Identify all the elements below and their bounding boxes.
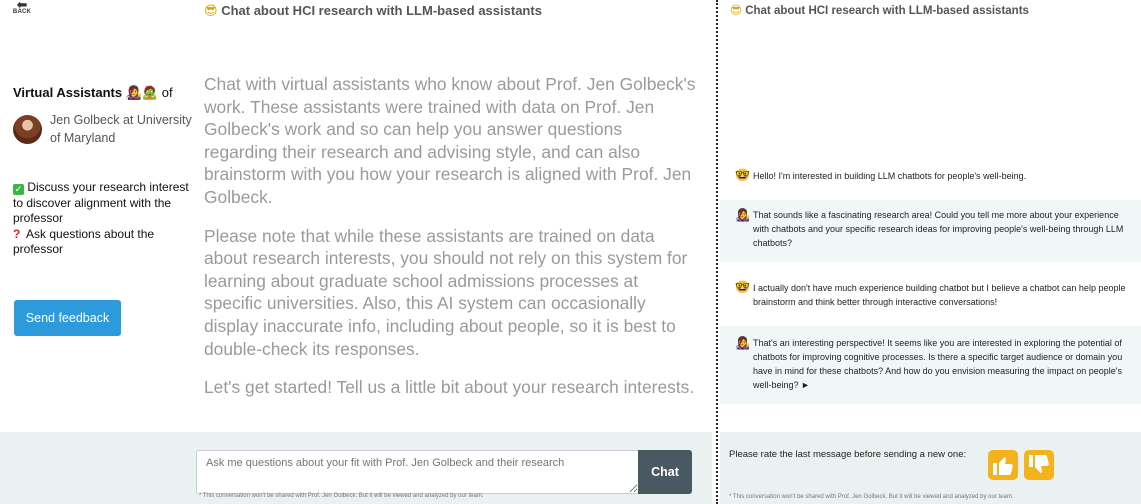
chat-button[interactable]: Chat [638,450,692,494]
message-text: That's an interesting perspective! It se… [753,338,1123,390]
user-avatar-icon: 🤓 [735,280,750,294]
intro-paragraph: Let's get started! Tell us a little bit … [204,377,695,398]
chat-title: 😎 Chat about HCI research with LLM-based… [730,3,1029,17]
feature-list: ✓ Discuss your research interest to disc… [13,180,195,258]
chat-message-assistant: 👩‍🎤 That sounds like a fascinating resea… [720,200,1141,262]
chat-message-user: 🤓 I actually don't have much experience … [720,276,1141,316]
feature-text: Ask questions about the professor [13,226,155,257]
right-pane: 😎 Chat about HCI research with LLM-based… [720,0,1141,504]
page-title: 😎 Chat about HCI research with LLM-based… [204,3,542,19]
chat-title-text: Chat about HCI research with LLM-based a… [745,5,1029,17]
assistant-avatar-icon: 👩‍🎤 [735,208,750,222]
assistants-emoji-icon: 👩‍🎤🧟 [125,85,159,100]
message-text: I actually don't have much experience bu… [753,283,1126,307]
assistant-avatar-icon: 👩‍🎤 [735,336,750,350]
intro-text: Chat with virtual assistants who know ab… [204,73,700,415]
message-text: That sounds like a fascinating research … [753,210,1124,248]
sidebar: Virtual Assistants 👩‍🎤🧟 of Jen Golbeck a… [13,85,195,258]
thumbs-up-button[interactable] [988,450,1018,480]
thumbs-down-icon [1029,455,1049,473]
feature-item: ? Ask questions about the professor [13,227,195,258]
pane-divider [716,0,718,504]
intro-paragraph: Please note that while these assistants … [204,225,688,359]
intro-paragraph: Chat with virtual assistants who know ab… [204,74,696,207]
chat-input[interactable] [196,450,639,494]
sidebar-title: Virtual Assistants 👩‍🎤🧟 of [13,85,195,101]
check-icon: ✓ [13,184,24,195]
message-text: Hello! I'm interested in building LLM ch… [753,171,1027,181]
avatar [13,115,42,144]
page-title-text: Chat about HCI research with LLM-based a… [221,3,542,18]
privacy-footnote: * This conversation won't be shared with… [729,494,1014,500]
chat-message-assistant: 👩‍🎤 That's an interesting perspective! I… [720,326,1141,404]
back-arrow-icon: ⬅ [16,0,28,12]
back-button[interactable]: ⬅ BACK [10,0,34,15]
user-avatar-icon: 🤓 [735,168,750,182]
send-feedback-button[interactable]: Send feedback [14,300,121,336]
professor-name: Jen Golbeck at University of Maryland [50,113,192,145]
privacy-footnote: * This conversation won't be shared with… [199,493,484,499]
chat-message-user: 🤓 Hello! I'm interested in building LLM … [720,166,1141,186]
back-label: BACK [12,9,32,15]
thumbs-up-icon [993,457,1013,475]
feature-text: Discuss your research interest to discov… [13,180,189,225]
professor-profile: Jen Golbeck at University of Maryland [13,111,195,147]
rating-prompt: Please rate the last message before send… [729,449,967,460]
thumbs-down-button[interactable] [1024,450,1054,480]
feature-item: ✓ Discuss your research interest to disc… [13,180,195,227]
sunglasses-icon: 😎 [204,3,218,18]
sidebar-title-text: Virtual Assistants [13,85,123,100]
question-icon: ? [13,226,21,241]
sidebar-title-suffix: of [161,85,173,100]
sunglasses-icon: 😎 [730,5,742,17]
